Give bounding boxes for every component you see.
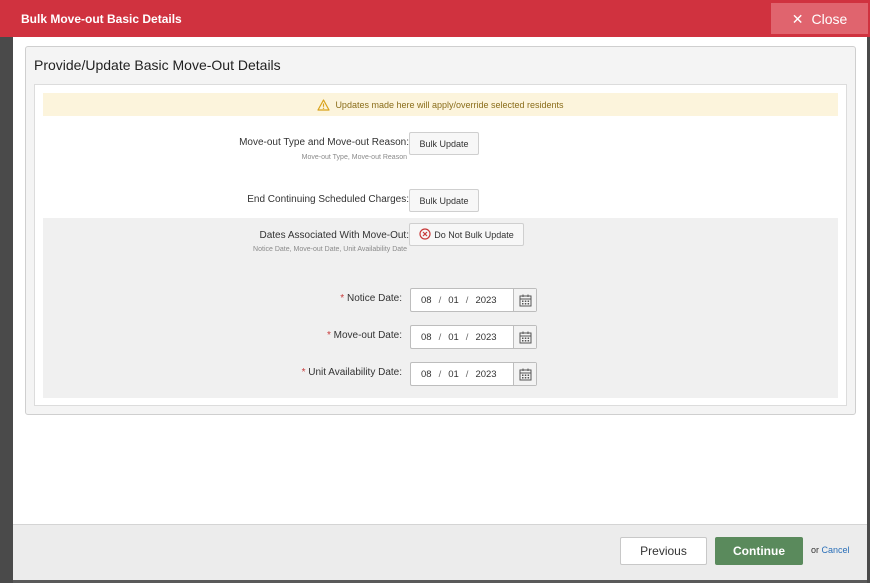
move-out-type-bulk-update-button[interactable]: Bulk Update (409, 132, 479, 155)
calendar-icon (519, 294, 531, 306)
notice-date-label-text: Notice Date: (346, 293, 402, 304)
date-separator: / (438, 294, 442, 306)
date-separator: / (465, 368, 469, 380)
previous-button[interactable]: Previous (620, 537, 707, 565)
move-out-date-input[interactable]: 08 / 01 / 2023 (411, 326, 513, 348)
warning-triangle-icon (317, 98, 331, 111)
notice-date-calendar-button[interactable] (513, 289, 536, 311)
unit-availability-date-calendar-button[interactable] (513, 363, 536, 385)
unit-availability-date-day[interactable]: 01 (448, 369, 459, 380)
continue-button[interactable]: Continue (715, 537, 803, 565)
override-alert: Updates made here will apply/override se… (43, 93, 838, 116)
bulk-move-out-modal: Bulk Move-out Basic Details ✕ Close Prov… (0, 0, 870, 580)
calendar-icon (519, 368, 531, 380)
move-out-date-field[interactable]: 08 / 01 / 2023 (410, 325, 537, 349)
unit-availability-date-label-text: Unit Availability Date: (308, 367, 402, 378)
move-out-date-label-text: Move-out Date: (333, 330, 402, 341)
notice-date-label: * Notice Date: (340, 293, 402, 304)
unit-availability-date-input[interactable]: 08 / 01 / 2023 (411, 363, 513, 385)
dates-section: Dates Associated With Move-Out: Notice D… (43, 218, 838, 398)
date-separator: / (438, 368, 442, 380)
or-text: or (811, 545, 820, 555)
calendar-icon (519, 331, 531, 343)
do-not-bulk-update-label: Do Not Bulk Update (434, 229, 514, 240)
circle-x-icon (419, 227, 431, 242)
modal-footer: Previous Continue or Cancel (13, 524, 867, 580)
date-separator: / (438, 331, 442, 343)
modal-header: Bulk Move-out Basic Details ✕ Close (0, 0, 870, 37)
move-out-date-month[interactable]: 08 (421, 332, 432, 343)
close-button[interactable]: ✕ Close (771, 3, 868, 34)
cancel-link[interactable]: Cancel (822, 545, 850, 555)
notice-date-input[interactable]: 08 / 01 / 2023 (411, 289, 513, 311)
notice-date-field[interactable]: 08 / 01 / 2023 (410, 288, 537, 312)
notice-date-day[interactable]: 01 (448, 295, 459, 306)
close-label: Close (811, 10, 848, 27)
unit-availability-date-field[interactable]: 08 / 01 / 2023 (410, 362, 537, 386)
notice-date-year[interactable]: 2023 (475, 295, 496, 306)
move-out-date-calendar-button[interactable] (513, 326, 536, 348)
move-out-date-year[interactable]: 2023 (475, 332, 496, 343)
panel-title: Provide/Update Basic Move-Out Details (34, 57, 281, 73)
dates-label: Dates Associated With Move-Out: (259, 230, 409, 241)
details-panel: Provide/Update Basic Move-Out Details Up… (25, 46, 856, 415)
end-charges-label: End Continuing Scheduled Charges: (247, 194, 409, 205)
required-marker: * (340, 293, 345, 304)
move-out-type-sublabel: Move-out Type, Move-out Reason (301, 154, 407, 161)
move-out-date-day[interactable]: 01 (448, 332, 459, 343)
close-x-icon: ✕ (791, 10, 804, 27)
modal-title: Bulk Move-out Basic Details (21, 12, 182, 26)
date-separator: / (465, 331, 469, 343)
end-charges-bulk-update-button[interactable]: Bulk Update (409, 189, 479, 212)
unit-availability-date-month[interactable]: 08 (421, 369, 432, 380)
date-separator: / (465, 294, 469, 306)
notice-date-month[interactable]: 08 (421, 295, 432, 306)
unit-availability-date-label: * Unit Availability Date: (302, 367, 402, 378)
details-form: Updates made here will apply/override se… (34, 84, 847, 406)
required-marker: * (326, 330, 331, 341)
do-not-bulk-update-button[interactable]: Do Not Bulk Update (409, 223, 524, 246)
dates-sublabel: Notice Date, Move-out Date, Unit Availab… (253, 246, 407, 253)
move-out-date-label: * Move-out Date: (327, 330, 402, 341)
required-marker: * (301, 367, 306, 378)
cancel-group: or Cancel (811, 545, 850, 555)
alert-text: Updates made here will apply/override se… (335, 99, 564, 110)
backdrop (0, 0, 13, 583)
move-out-type-label: Move-out Type and Move-out Reason: (239, 137, 409, 148)
unit-availability-date-year[interactable]: 2023 (475, 369, 496, 380)
